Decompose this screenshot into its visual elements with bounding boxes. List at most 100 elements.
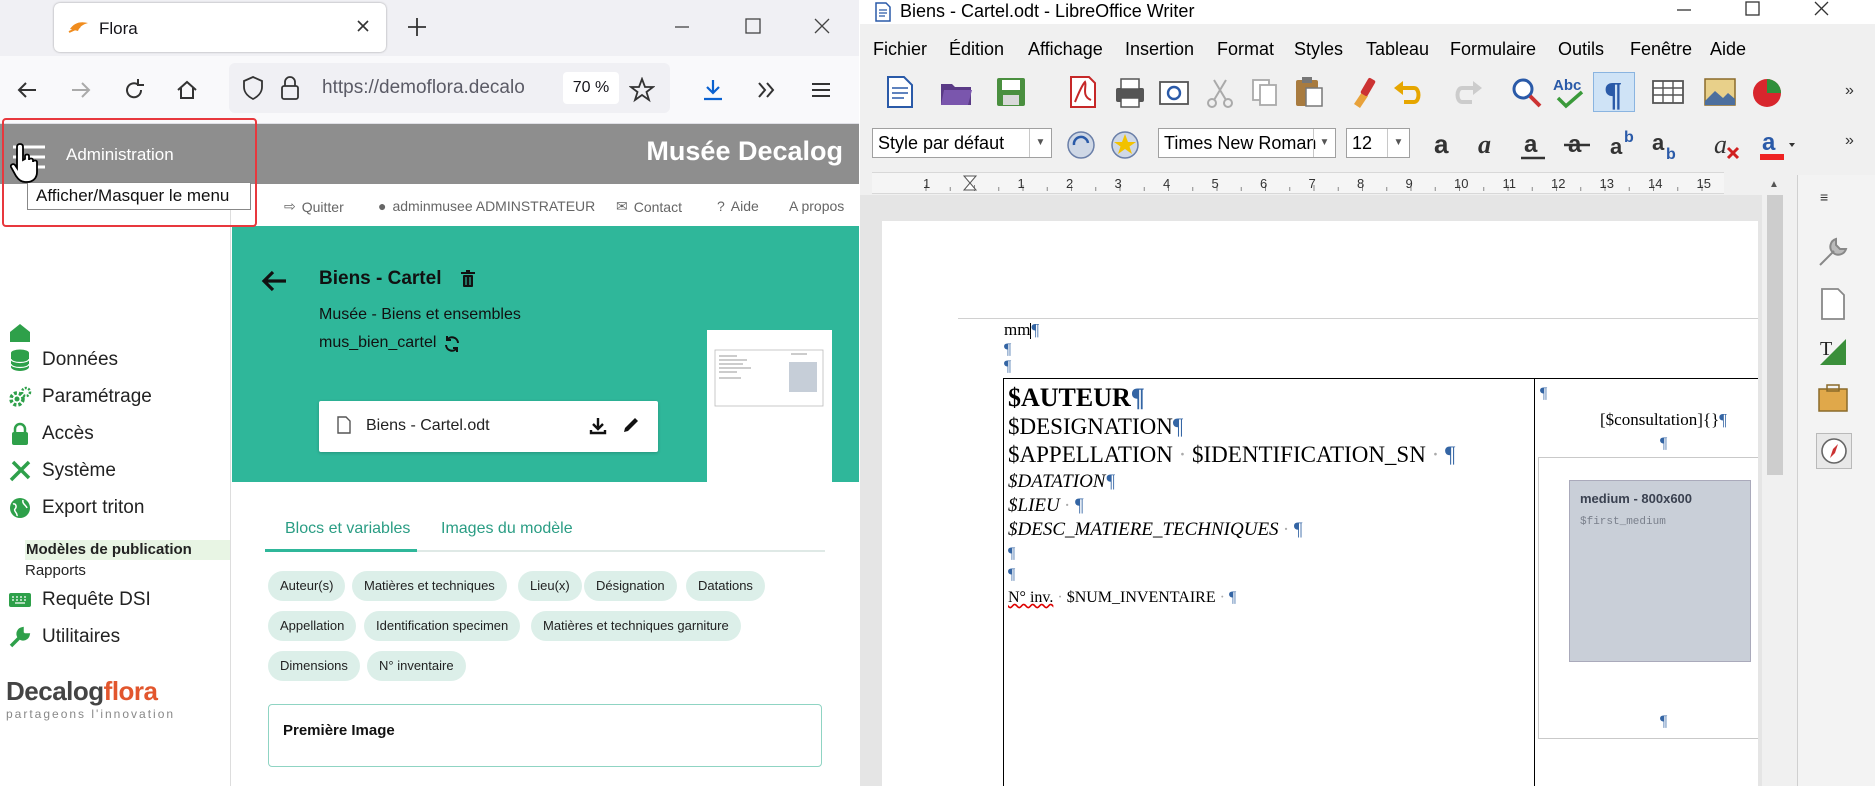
menu-styles[interactable]: Styles [1294, 39, 1343, 60]
properties-wrench-icon[interactable] [1816, 235, 1850, 269]
insert-image-icon[interactable] [1702, 74, 1738, 110]
field-appellation[interactable]: $APPELLATION · $IDENTIFICATION_SN · ¶ [1008, 442, 1455, 468]
copy-icon[interactable] [1247, 74, 1283, 110]
user-link[interactable]: ● adminmusee ADMINSTRATEUR [378, 198, 595, 214]
image-placeholder[interactable]: medium - 800x600 $first_medium [1569, 480, 1751, 662]
clear-formatting-icon[interactable]: a [1710, 128, 1744, 162]
menu-format[interactable]: Format [1217, 39, 1274, 60]
scroll-up-icon[interactable]: ▲ [1769, 179, 1779, 190]
export-pdf-icon[interactable] [1065, 74, 1101, 110]
first-image-card[interactable]: Première Image [268, 704, 822, 767]
menu-aide[interactable]: Aide [1710, 39, 1746, 60]
chevron-down-icon[interactable]: ▼ [1387, 129, 1409, 157]
sidebar-item-systeme[interactable]: Système [8, 456, 116, 486]
strikethrough-icon[interactable]: a [1560, 128, 1594, 162]
app-menu-icon[interactable] [808, 77, 834, 103]
insert-chart-icon[interactable] [1750, 74, 1786, 110]
subscript-icon[interactable]: ab [1650, 128, 1684, 162]
browser-tab[interactable]: Flora [54, 3, 386, 52]
minimize-icon[interactable] [670, 14, 694, 38]
scrollbar-thumb[interactable] [1767, 195, 1783, 475]
document-page[interactable]: mm¶ ¶ ¶ $AUTEUR¶ $DESIGNATION¶ $APPELLAT… [882, 221, 1758, 786]
superscript-icon[interactable]: ab [1608, 128, 1642, 162]
doc-mm-line[interactable]: mm¶ [1004, 320, 1039, 340]
navigator-compass-icon[interactable] [1816, 433, 1852, 469]
about-link[interactable]: A propos [789, 198, 844, 214]
field-datation[interactable]: $DATATION¶ [1008, 471, 1115, 493]
menu-fichier[interactable]: Fichier [873, 39, 927, 60]
chip-datations[interactable]: Datations [686, 571, 765, 601]
chip-num-inventaire[interactable]: N° inventaire [367, 651, 466, 681]
refresh-icon[interactable] [443, 335, 461, 353]
sidebar-item-acces[interactable]: Accès [8, 419, 94, 449]
italic-icon[interactable]: a [1472, 128, 1506, 162]
font-name-box[interactable]: Times New Roman ▼ [1158, 128, 1336, 158]
menu-outils[interactable]: Outils [1558, 39, 1604, 60]
edit-pencil-icon[interactable] [622, 416, 640, 434]
field-consultation[interactable]: [$consultation]{}¶ [1600, 410, 1727, 430]
paste-icon[interactable] [1290, 74, 1326, 110]
indent-marker-icon[interactable] [962, 175, 978, 191]
url-bar[interactable]: https://demoflora.decalo 70 % [229, 63, 670, 113]
chip-designation[interactable]: Désignation [584, 571, 677, 601]
quit-link[interactable]: ⇨ Quitter [284, 198, 344, 215]
menu-affichage[interactable]: Affichage [1028, 39, 1103, 60]
zoom-indicator[interactable]: 70 % [563, 72, 619, 104]
sidebar-item-requete-dsi[interactable]: Requête DSI [8, 585, 151, 615]
page-icon[interactable] [1816, 287, 1850, 321]
undo-icon[interactable] [1390, 74, 1426, 110]
sidebar-item-parametrage[interactable]: Paramétrage [8, 382, 152, 412]
sidebar-item-export-triton[interactable]: Export triton [8, 493, 144, 523]
help-link[interactable]: ? Aide [717, 198, 759, 214]
close-tab-icon[interactable] [352, 15, 374, 37]
download-icon[interactable] [589, 417, 607, 435]
menu-edition[interactable]: Édition [949, 39, 1004, 60]
menu-tableau[interactable]: Tableau [1366, 39, 1429, 60]
new-document-icon[interactable] [882, 74, 918, 110]
back-arrow-icon[interactable] [260, 268, 288, 294]
chip-appellation[interactable]: Appellation [268, 611, 357, 641]
lock-icon[interactable] [279, 75, 301, 101]
chip-matieres-garniture[interactable]: Matières et techniques garniture [531, 611, 741, 641]
sidebar-subitem-modeles[interactable]: Modèles de publication [25, 540, 230, 560]
horizontal-ruler[interactable]: 112345678910111213141516 [872, 172, 1724, 194]
field-desc[interactable]: $DESC_MATIERE_TECHNIQUES · ¶ [1008, 519, 1303, 541]
update-style-icon[interactable] [1064, 128, 1098, 162]
forward-icon[interactable] [68, 77, 94, 103]
gallery-icon[interactable] [1816, 381, 1850, 415]
sidebar-menu-icon[interactable]: ≡ [1820, 189, 1828, 205]
vertical-scrollbar[interactable]: ▲ [1763, 175, 1787, 786]
cut-icon[interactable] [1202, 74, 1238, 110]
formatting-marks-toggle[interactable]: ¶ [1593, 72, 1635, 112]
tab-images-modele[interactable]: Images du modèle [441, 520, 573, 538]
paragraph-style-box[interactable]: Style par défaut ▼ [872, 128, 1052, 158]
chip-auteurs[interactable]: Auteur(s) [268, 571, 346, 601]
writer-maximize-icon[interactable] [1740, 0, 1764, 20]
writer-close-icon[interactable] [1810, 0, 1834, 20]
print-icon[interactable] [1112, 74, 1148, 110]
spellcheck-icon[interactable]: Abc [1550, 74, 1590, 110]
field-num-inventaire[interactable]: N° inv. · $NUM_INVENTAIRE · ¶ [1008, 589, 1236, 607]
font-size-box[interactable]: 12 ▼ [1346, 128, 1410, 158]
chip-identification-specimen[interactable]: Identification specimen [364, 611, 521, 641]
shield-icon[interactable] [241, 75, 265, 101]
downloads-icon[interactable] [700, 77, 726, 103]
field-lieu[interactable]: $LIEU · ¶ [1008, 495, 1084, 517]
chevron-down-icon[interactable]: ▼ [1313, 129, 1335, 157]
chip-matieres-techniques[interactable]: Matières et techniques [352, 571, 507, 601]
menu-formulaire[interactable]: Formulaire [1450, 39, 1536, 60]
bold-icon[interactable]: a [1428, 128, 1462, 162]
tab-blocs-variables[interactable]: Blocs et variables [285, 520, 410, 538]
bookmark-star-icon[interactable] [629, 77, 655, 103]
home-icon[interactable] [174, 77, 200, 103]
insert-table-icon[interactable] [1650, 74, 1686, 110]
trash-icon[interactable] [460, 270, 476, 288]
model-preview-thumbnail[interactable] [707, 330, 832, 488]
new-tab-icon[interactable] [404, 14, 430, 40]
overflow-icon[interactable] [754, 77, 780, 103]
find-replace-icon[interactable] [1508, 74, 1544, 110]
chip-lieux[interactable]: Lieu(x) [518, 571, 582, 601]
field-auteur[interactable]: $AUTEUR¶ [1008, 383, 1145, 413]
reload-icon[interactable] [121, 77, 147, 103]
chevron-down-icon[interactable]: ▼ [1029, 129, 1051, 157]
